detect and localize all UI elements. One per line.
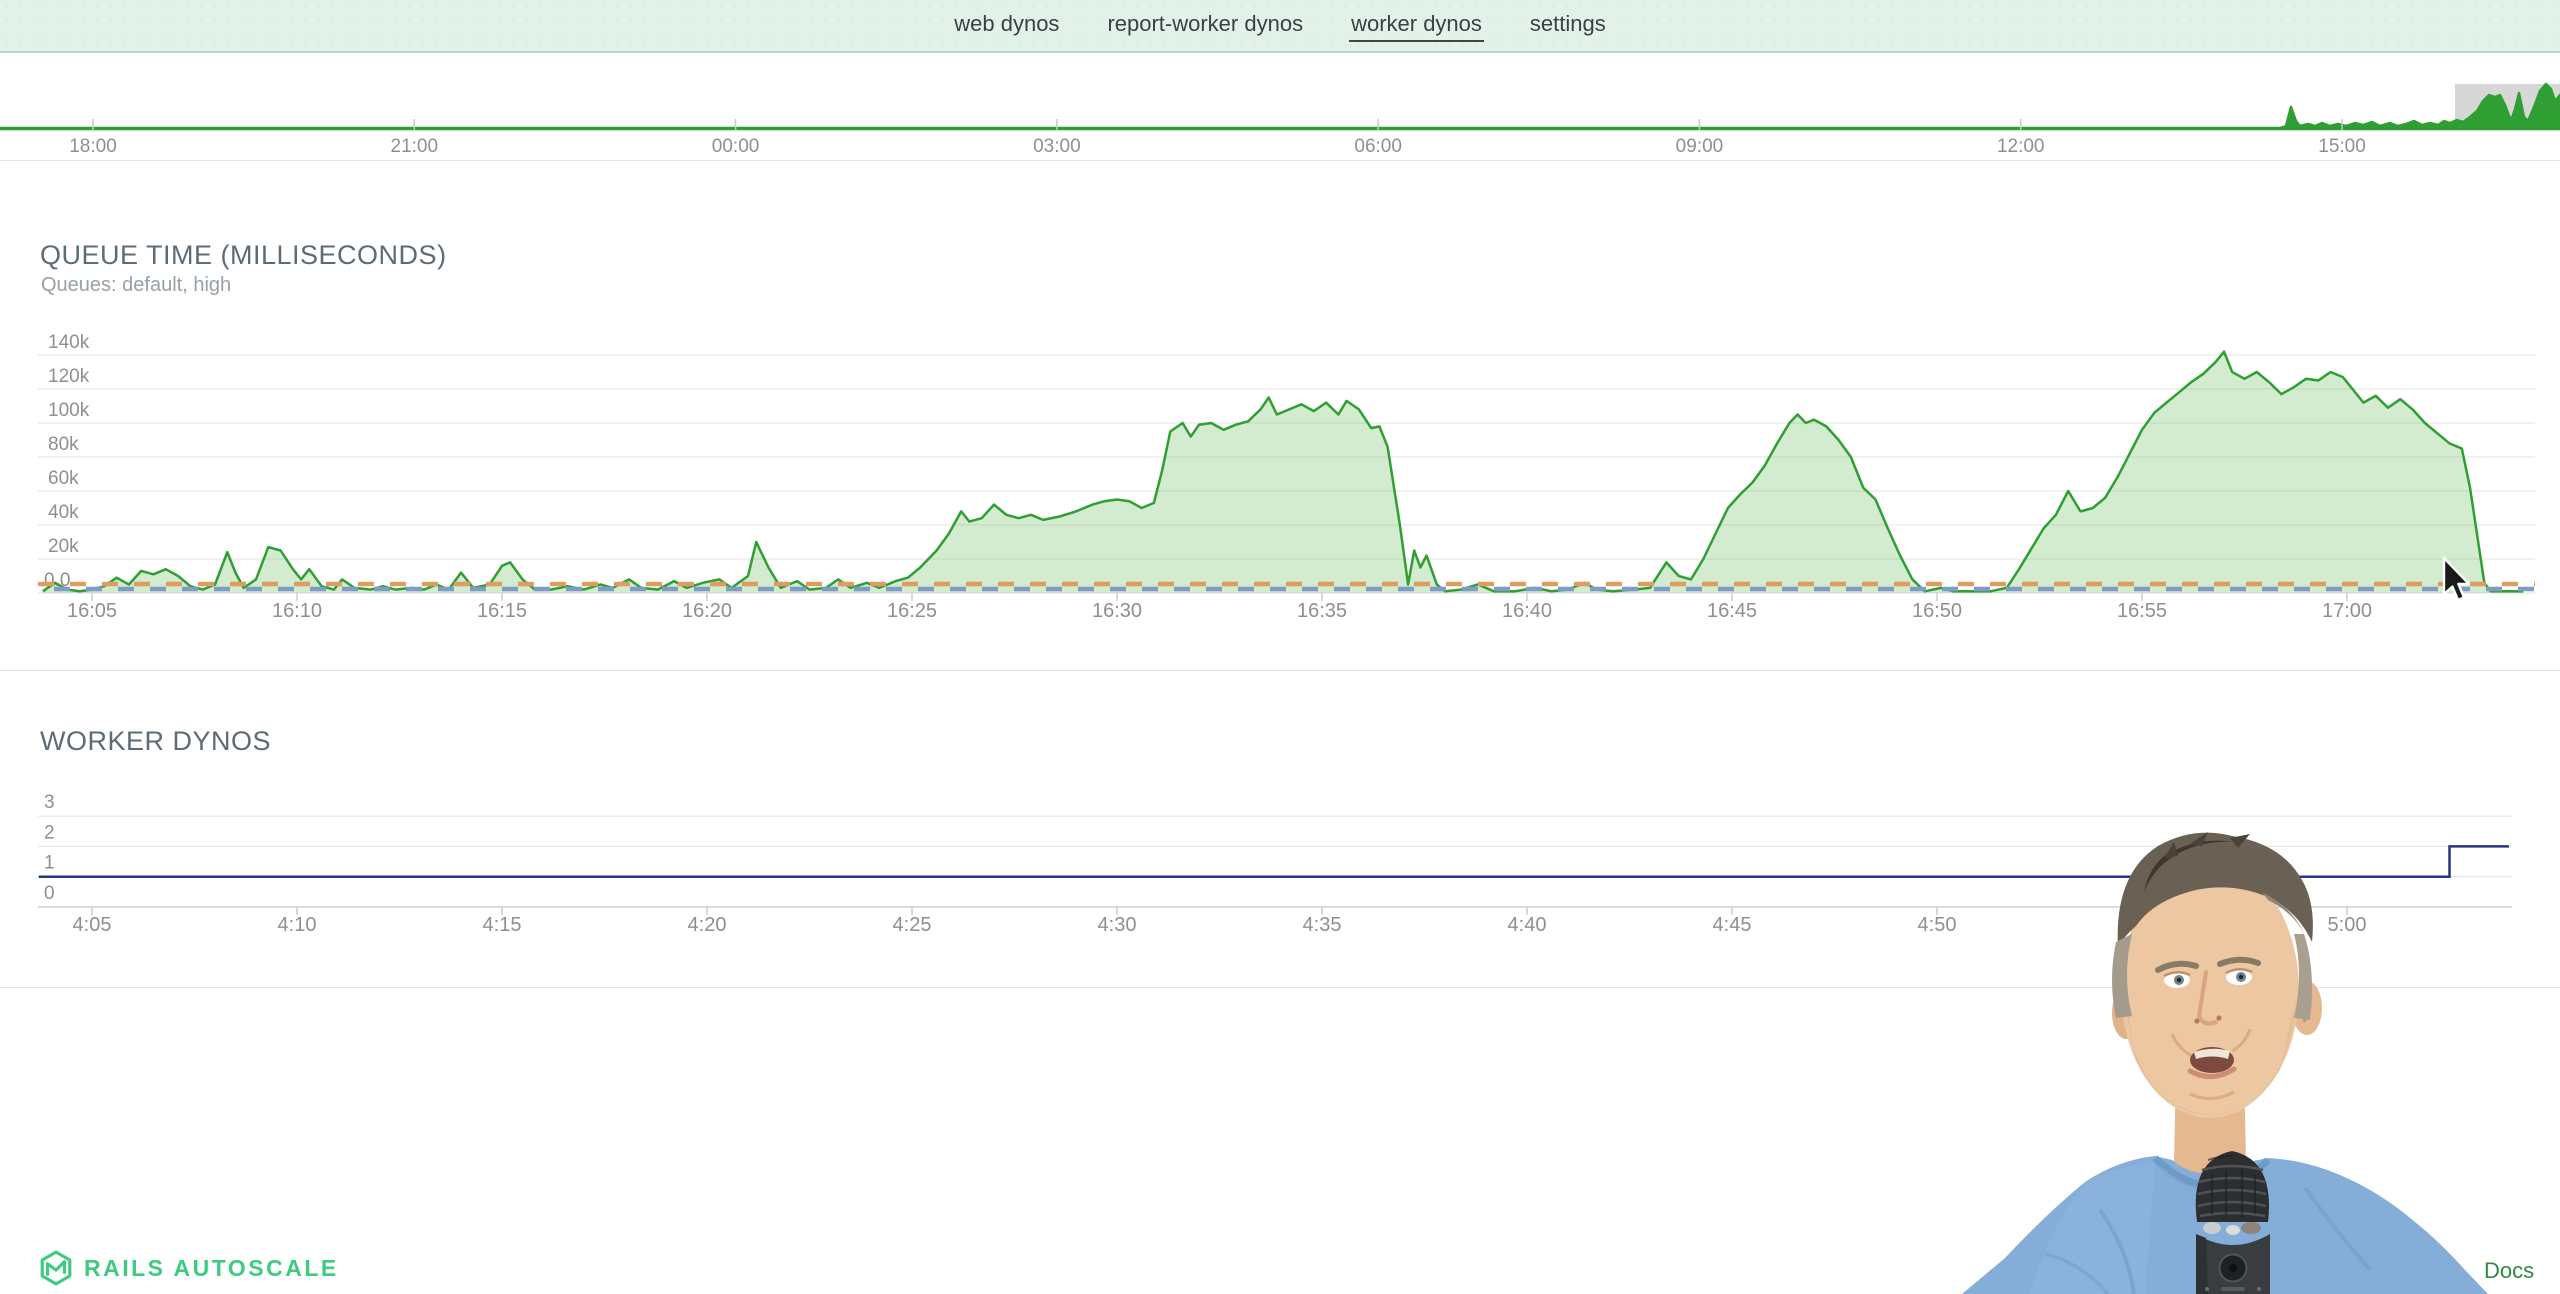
queue-y-label: 80k [48, 434, 79, 455]
worker-y-label: 3 [44, 792, 55, 813]
worker-x-label: 4:10 [278, 914, 317, 936]
tab-settings[interactable]: settings [1528, 9, 1608, 42]
queue-x-label: 17:00 [2322, 600, 2372, 622]
queue-x-label: 16:50 [1912, 600, 1962, 622]
queue-x-label: 16:35 [1297, 600, 1347, 622]
section-divider [0, 670, 2560, 671]
worker-dynos-chart: 3 2 1 0 4:05 4:10 4:15 4:20 4:25 4:30 4:35 4:40 4:45… [0, 790, 2560, 960]
worker-y-label: 0 [44, 883, 55, 904]
queue-chart-subtitle: Queues: default, high [41, 274, 231, 297]
timeline-series [0, 84, 2560, 129]
timeline-tick-label: 12:00 [1997, 136, 2045, 157]
worker-x-label: 4:45 [1713, 914, 1752, 936]
worker-x-label: 4:55 [2123, 914, 2162, 936]
queue-y-label: 120k [48, 366, 90, 387]
top-navbar: web dynos report-worker dynos worker dyn… [0, 0, 2560, 53]
worker-y-label: 1 [44, 853, 55, 874]
worker-dynos-step-line [39, 846, 2509, 876]
queue-y-label: 140k [48, 332, 90, 353]
app-screen: web dynos report-worker dynos worker dyn… [0, 0, 2560, 1294]
worker-x-label: 4:30 [1098, 914, 1137, 936]
timeline-tick-label: 06:00 [1354, 136, 1402, 157]
worker-x-label: 4:25 [893, 914, 932, 936]
timeline-chart: 18:00 21:00 00:00 03:00 06:00 09:00 12:00 15:00 [0, 53, 2560, 160]
worker-x-label: 4:20 [688, 914, 727, 936]
docs-link[interactable]: Docs [2484, 1258, 2534, 1284]
queue-y-label: 40k [48, 502, 79, 523]
queue-x-label: 16:05 [67, 600, 117, 622]
worker-x-label: 4:15 [483, 914, 522, 936]
timeline-tick-label: 18:00 [69, 136, 117, 157]
timeline-tick-label: 15:00 [2318, 136, 2366, 157]
queue-y-label: 60k [48, 468, 79, 489]
queue-time-chart: 20k40k60k80k100k120k140k0.016:0516:1016:… [0, 330, 2560, 642]
timeline-tick-label: 21:00 [391, 136, 439, 157]
worker-x-label: 4:40 [1508, 914, 1547, 936]
queue-x-label: 16:30 [1092, 600, 1142, 622]
tab-worker-dynos[interactable]: worker dynos [1349, 9, 1484, 42]
brand-name: RAILS AUTOSCALE [84, 1255, 339, 1282]
queue-x-label: 16:55 [2117, 600, 2167, 622]
hexagon-m-logo-icon [38, 1250, 74, 1286]
worker-chart-title: WORKER DYNOS [40, 726, 271, 757]
queue-x-label: 16:15 [477, 600, 527, 622]
queue-x-label: 16:20 [682, 600, 732, 622]
queue-y-label: 20k [48, 536, 79, 557]
worker-x-label: 4:05 [73, 914, 112, 936]
queue-x-label: 16:25 [887, 600, 937, 622]
worker-x-label: 4:35 [1303, 914, 1342, 936]
timeline-tick-label: 03:00 [1033, 136, 1081, 157]
queue-y-label: 100k [48, 400, 90, 421]
queue-x-label: 16:10 [272, 600, 322, 622]
worker-x-label: 4:50 [1918, 914, 1957, 936]
section-divider [0, 160, 2560, 161]
tab-web-dynos[interactable]: web dynos [952, 9, 1061, 42]
worker-y-label: 2 [44, 822, 55, 843]
section-divider [0, 987, 2560, 988]
tab-report-worker-dynos[interactable]: report-worker dynos [1105, 9, 1305, 42]
timeline-tick-label: 09:00 [1676, 136, 1724, 157]
queue-series-area [43, 352, 2524, 593]
worker-x-label: 5:00 [2328, 914, 2367, 936]
queue-x-label: 16:45 [1707, 600, 1757, 622]
timeline-overview: 18:00 21:00 00:00 03:00 06:00 09:00 12:00 15:00 [0, 53, 2560, 160]
rails-autoscale-logo[interactable]: RAILS AUTOSCALE [38, 1250, 339, 1286]
timeline-tick-label: 00:00 [712, 136, 760, 157]
queue-x-label: 16:40 [1502, 600, 1552, 622]
queue-chart-title: QUEUE TIME (MILLISECONDS) [40, 240, 447, 271]
